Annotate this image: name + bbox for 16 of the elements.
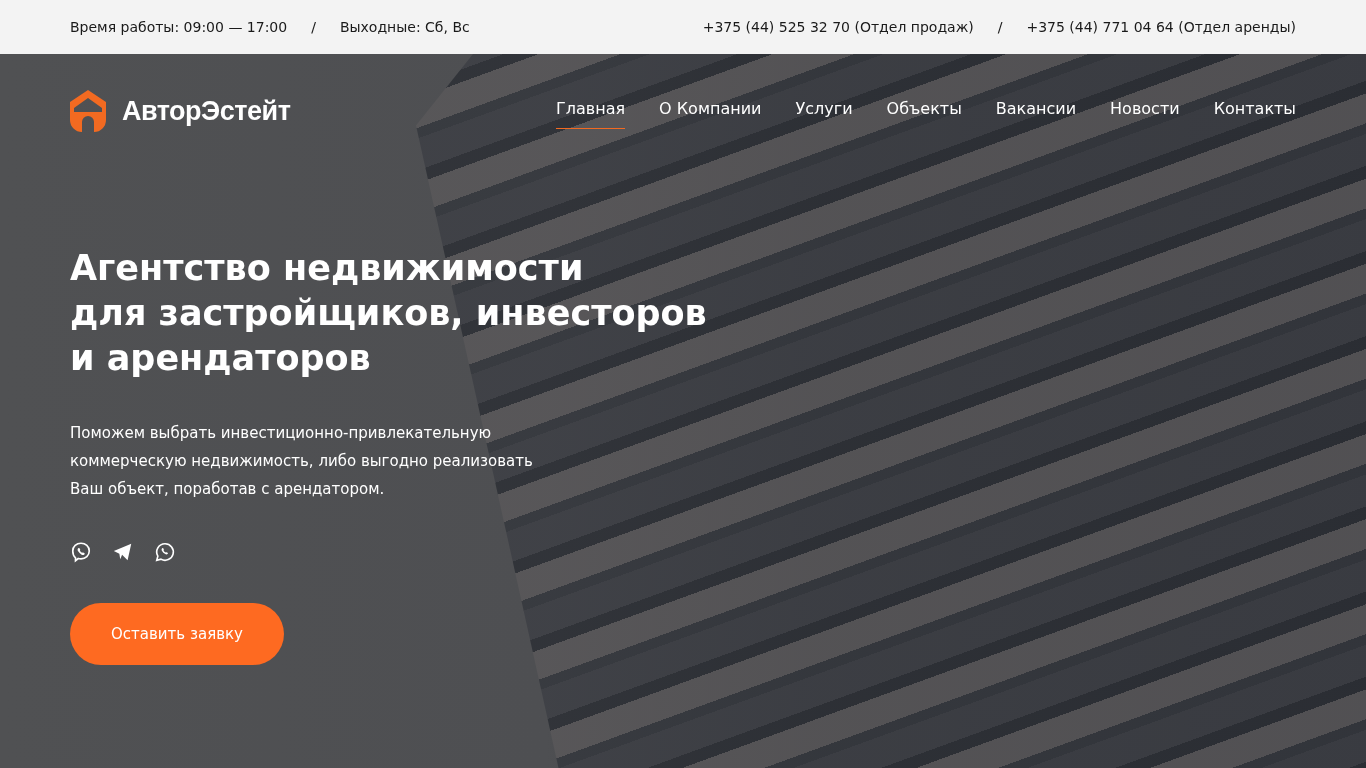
phone-link[interactable]: +375 (44) 771 04 64 (Отдел аренды)	[1026, 19, 1296, 35]
nav-link[interactable]: О Компании	[659, 93, 762, 129]
hero-description: Поможем выбрать инвестиционно-привлекательную коммерческую недвижимость, либо выгодно реализовать Ваш объект, поработав с арендатором.	[70, 423, 534, 500]
nav-link[interactable]: Услуги	[795, 93, 853, 129]
weekend-days: Выходные: Сб, Вс	[339, 19, 470, 35]
nav-link[interactable]: Вакансии	[995, 93, 1077, 129]
nav-link[interactable]: Главная	[555, 93, 626, 129]
nav-link[interactable]: Новости	[1110, 93, 1180, 129]
phone-link[interactable]: +375 (44) 525 32 70 (Отдел продаж)	[702, 19, 974, 35]
nav-link[interactable]: Объекты	[886, 93, 962, 129]
nav-link[interactable]: Контакты	[1213, 93, 1296, 129]
logo-text[interactable]: АвторЭстейт	[122, 95, 291, 127]
hero-heading: Агентство недвижимости для застройщиков, инвесторов и арендаторов	[70, 247, 708, 380]
separator: /	[311, 19, 316, 35]
working-hours: Время работы: 09:00 — 17:00	[70, 19, 288, 35]
separator: /	[997, 19, 1003, 35]
